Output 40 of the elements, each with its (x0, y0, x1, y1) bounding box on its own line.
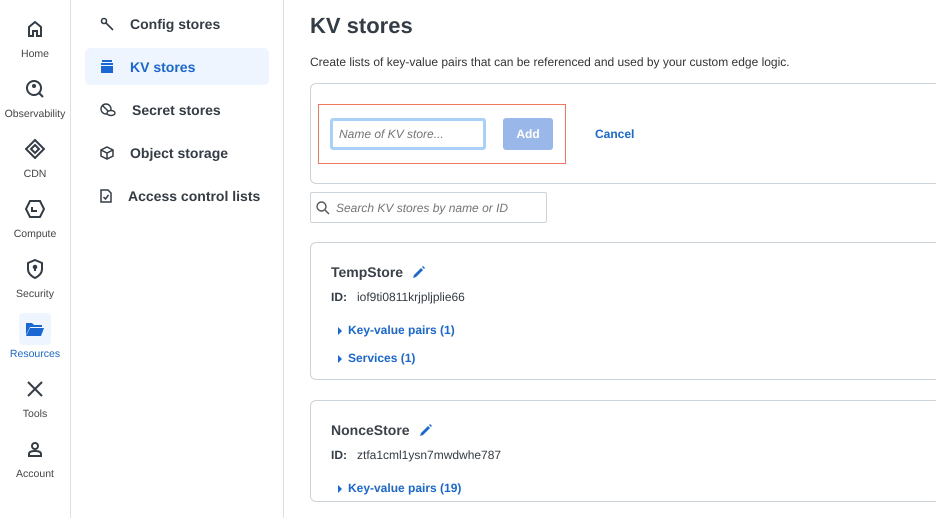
expand-link[interactable]: Key-value pairs (1) (337, 322, 936, 339)
eye-circle-icon (100, 102, 116, 116)
expand-link[interactable]: Key-value pairs (19) (337, 480, 936, 497)
person-icon (27, 441, 43, 457)
shield-icon (26, 259, 44, 279)
rail-nav-item[interactable]: Tools (0, 373, 70, 433)
rail-nav-item[interactable]: Compute (0, 193, 70, 253)
store-id: ztfa1cml1ysn7mwdwhe787 (357, 448, 502, 462)
id-label: ID: (331, 448, 347, 462)
rail-nav-item[interactable]: Home (0, 13, 70, 73)
rail-nav-item[interactable]: CDN (0, 133, 70, 193)
rail-nav-item[interactable]: Observability (0, 73, 70, 133)
rail-nav-item[interactable]: Account (0, 433, 70, 493)
sub-nav-item[interactable]: KV stores (85, 48, 269, 85)
store-id: iof9ti0811krjpljplie66 (357, 290, 465, 304)
diamond-icon (25, 139, 45, 159)
rail-nav-item[interactable]: Resources (0, 313, 70, 373)
cancel-link[interactable]: Cancel (595, 126, 634, 140)
sub-nav-item[interactable]: Secret stores (85, 91, 269, 128)
store-name: NonceStore (331, 422, 410, 438)
page-description: Create lists of key-value pairs that can be referenced and used by your custom edge logic. (310, 55, 791, 69)
pencil-icon[interactable] (413, 266, 426, 278)
archive-icon (100, 60, 114, 74)
pencil-icon[interactable] (420, 424, 432, 436)
search-field[interactable]: Search KV stores by name or ID (310, 192, 547, 223)
store-name: TempStore (331, 264, 404, 280)
cube-icon (100, 146, 114, 160)
sub-nav-item[interactable]: Object storage (85, 134, 269, 171)
id-label: ID: (331, 290, 347, 304)
house-icon (26, 20, 44, 38)
sub-nav-item[interactable]: Access control lists (85, 177, 269, 214)
hexagon-icon (25, 200, 45, 218)
sub-nav-item[interactable]: Config stores (85, 5, 269, 42)
expand-link[interactable]: Services (1) (337, 350, 936, 367)
magnifier-icon (25, 79, 45, 99)
rail-nav-item[interactable]: Security (0, 253, 70, 313)
store-name-field[interactable]: Name of KV store... (330, 118, 486, 150)
folder-icon (25, 321, 45, 337)
document-check-icon (100, 188, 112, 202)
page-title: KV stores (310, 12, 414, 40)
